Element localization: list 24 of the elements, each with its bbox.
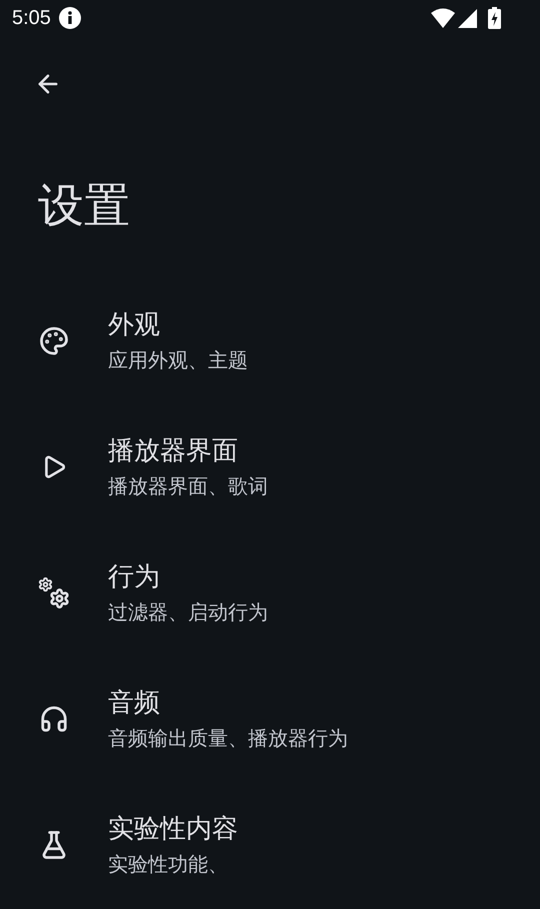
- item-subtitle: 过滤器、启动行为: [108, 599, 268, 626]
- status-time: 5:05: [12, 6, 51, 31]
- item-title: 音频: [108, 687, 161, 720]
- gears-icon: [38, 577, 70, 609]
- item-title: 外观: [108, 309, 161, 342]
- page-title: 设置: [38, 182, 130, 228]
- headphones-icon: [39, 704, 69, 734]
- signal-icon: [458, 8, 477, 28]
- settings-item[interactable]: 行为 过滤器、启动行为: [0, 530, 540, 656]
- item-subtitle: 音频输出质量、播放器行为: [108, 725, 348, 752]
- item-subtitle: 实验性功能、: [108, 851, 229, 878]
- wifi-icon: [431, 8, 455, 28]
- item-title: 实验性内容: [108, 813, 238, 846]
- battery-charging-icon: [488, 7, 501, 29]
- settings-item[interactable]: 实验性内容 实验性功能、: [0, 782, 540, 908]
- palette-icon: [39, 326, 69, 356]
- settings-item[interactable]: 播放器界面 播放器界面、歌词: [0, 404, 540, 530]
- settings-item[interactable]: 外观 应用外观、主题: [0, 278, 540, 404]
- info-icon: [58, 7, 81, 29]
- item-title: 播放器界面: [108, 435, 239, 468]
- item-subtitle: 应用外观、主题: [108, 347, 248, 374]
- settings-item[interactable]: 音频 音频输出质量、播放器行为: [0, 656, 540, 782]
- item-title: 行为: [108, 561, 161, 594]
- item-subtitle: 播放器界面、歌词: [108, 473, 268, 500]
